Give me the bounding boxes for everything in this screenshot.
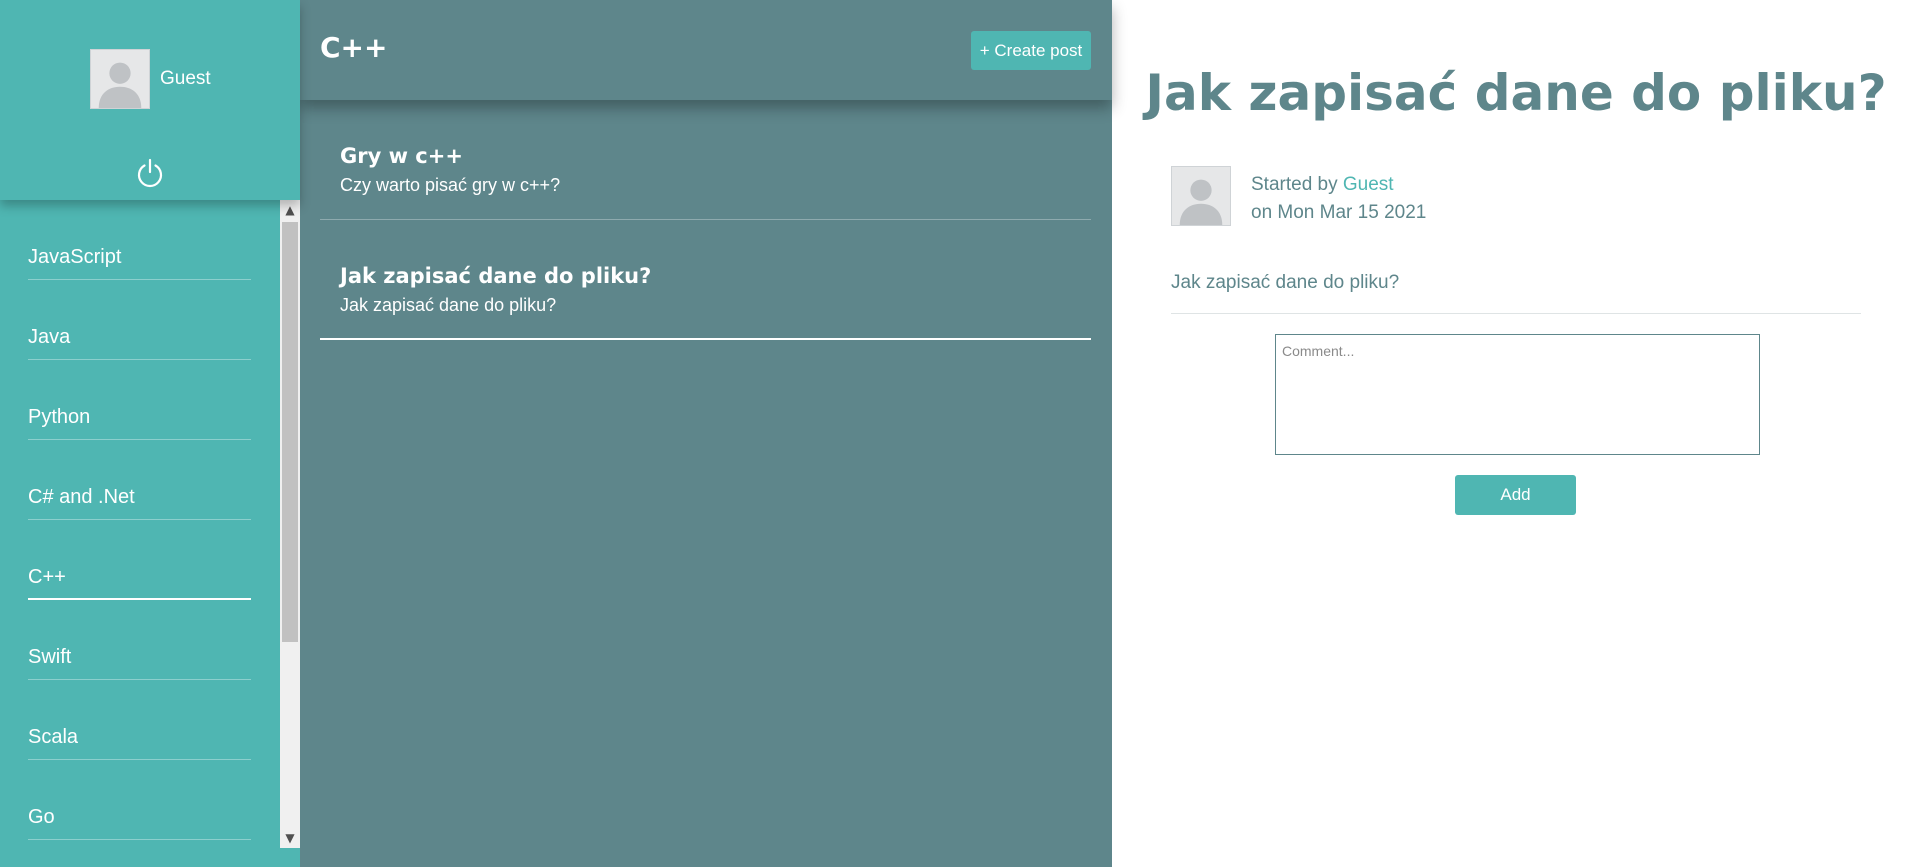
sidebar-item-label: Swift (28, 646, 72, 668)
post-title: Jak zapisać dane do pliku? (340, 264, 652, 288)
sidebar-item-cpp[interactable]: C++ (28, 520, 251, 600)
user-panel: Guest (0, 0, 300, 200)
post-title: Gry w c++ (340, 144, 463, 168)
sidebar-item-swift[interactable]: Swift (28, 600, 251, 680)
user-silhouette-icon (1179, 179, 1223, 225)
started-by-label: Started by (1251, 174, 1338, 195)
divider (1171, 313, 1861, 314)
chevron-down-icon[interactable]: ▼ (280, 828, 300, 848)
sidebar-item-java[interactable]: Java (28, 280, 251, 360)
sidebar-item-csharp-dotnet[interactable]: C# and .Net (28, 440, 251, 520)
chevron-up-icon[interactable]: ▲ (280, 200, 300, 220)
sidebar-item-label: C++ (28, 566, 66, 588)
post-detail-panel: Jak zapisać dane do pliku? Started by Gu… (1112, 0, 1920, 867)
sidebar-scrollbar[interactable]: ▲ ▼ (280, 200, 300, 848)
sidebar-item-python[interactable]: Python (28, 360, 251, 440)
post-subtitle: Jak zapisać dane do pliku? (340, 295, 557, 315)
sidebar-item-go[interactable]: Go (28, 760, 251, 840)
category-title: C++ (320, 31, 388, 64)
post-list-item[interactable]: Gry w c++ Czy warto pisać gry w c++? (320, 100, 1091, 220)
user-silhouette-icon (98, 62, 142, 108)
create-post-button[interactable]: + Create post (971, 31, 1091, 70)
sidebar-item-scala[interactable]: Scala (28, 680, 251, 760)
post-list-item[interactable]: Jak zapisać dane do pliku? Jak zapisać d… (320, 220, 1091, 340)
scrollbar-thumb[interactable] (282, 222, 298, 642)
post-subtitle: Czy warto pisać gry w c++? (340, 175, 561, 195)
user-name: Guest (160, 68, 211, 89)
power-icon[interactable] (134, 157, 166, 189)
post-meta-author-line: Started by Guest (1251, 175, 1394, 194)
post-list-panel: C++ + Create post Gry w c++ Czy warto pi… (300, 0, 1112, 867)
post-detail-title: Jak zapisać dane do pliku? (1145, 64, 1887, 122)
post-list-header: C++ + Create post (300, 0, 1112, 100)
sidebar-item-label: Go (28, 806, 55, 828)
sidebar-item-label: Scala (28, 726, 79, 748)
sidebar-item-label: Java (28, 326, 71, 348)
category-list: JavaScript Java Python C# and .Net C++ S… (0, 200, 280, 867)
sidebar-item-label: JavaScript (28, 246, 122, 268)
user-avatar[interactable] (90, 49, 150, 109)
sidebar-item-label: C# and .Net (28, 486, 135, 508)
author-avatar (1171, 166, 1231, 226)
add-comment-button[interactable]: Add (1455, 475, 1576, 515)
sidebar-item-label: Python (28, 406, 91, 428)
sidebar-item-javascript[interactable]: JavaScript (28, 200, 251, 280)
comment-input[interactable] (1275, 334, 1760, 455)
post-body: Jak zapisać dane do pliku? (1171, 272, 1400, 293)
post-date: on Mon Mar 15 2021 (1251, 202, 1427, 223)
sidebar: Guest JavaScript Java Python C# and .Net… (0, 0, 300, 867)
author-link[interactable]: Guest (1343, 174, 1394, 195)
